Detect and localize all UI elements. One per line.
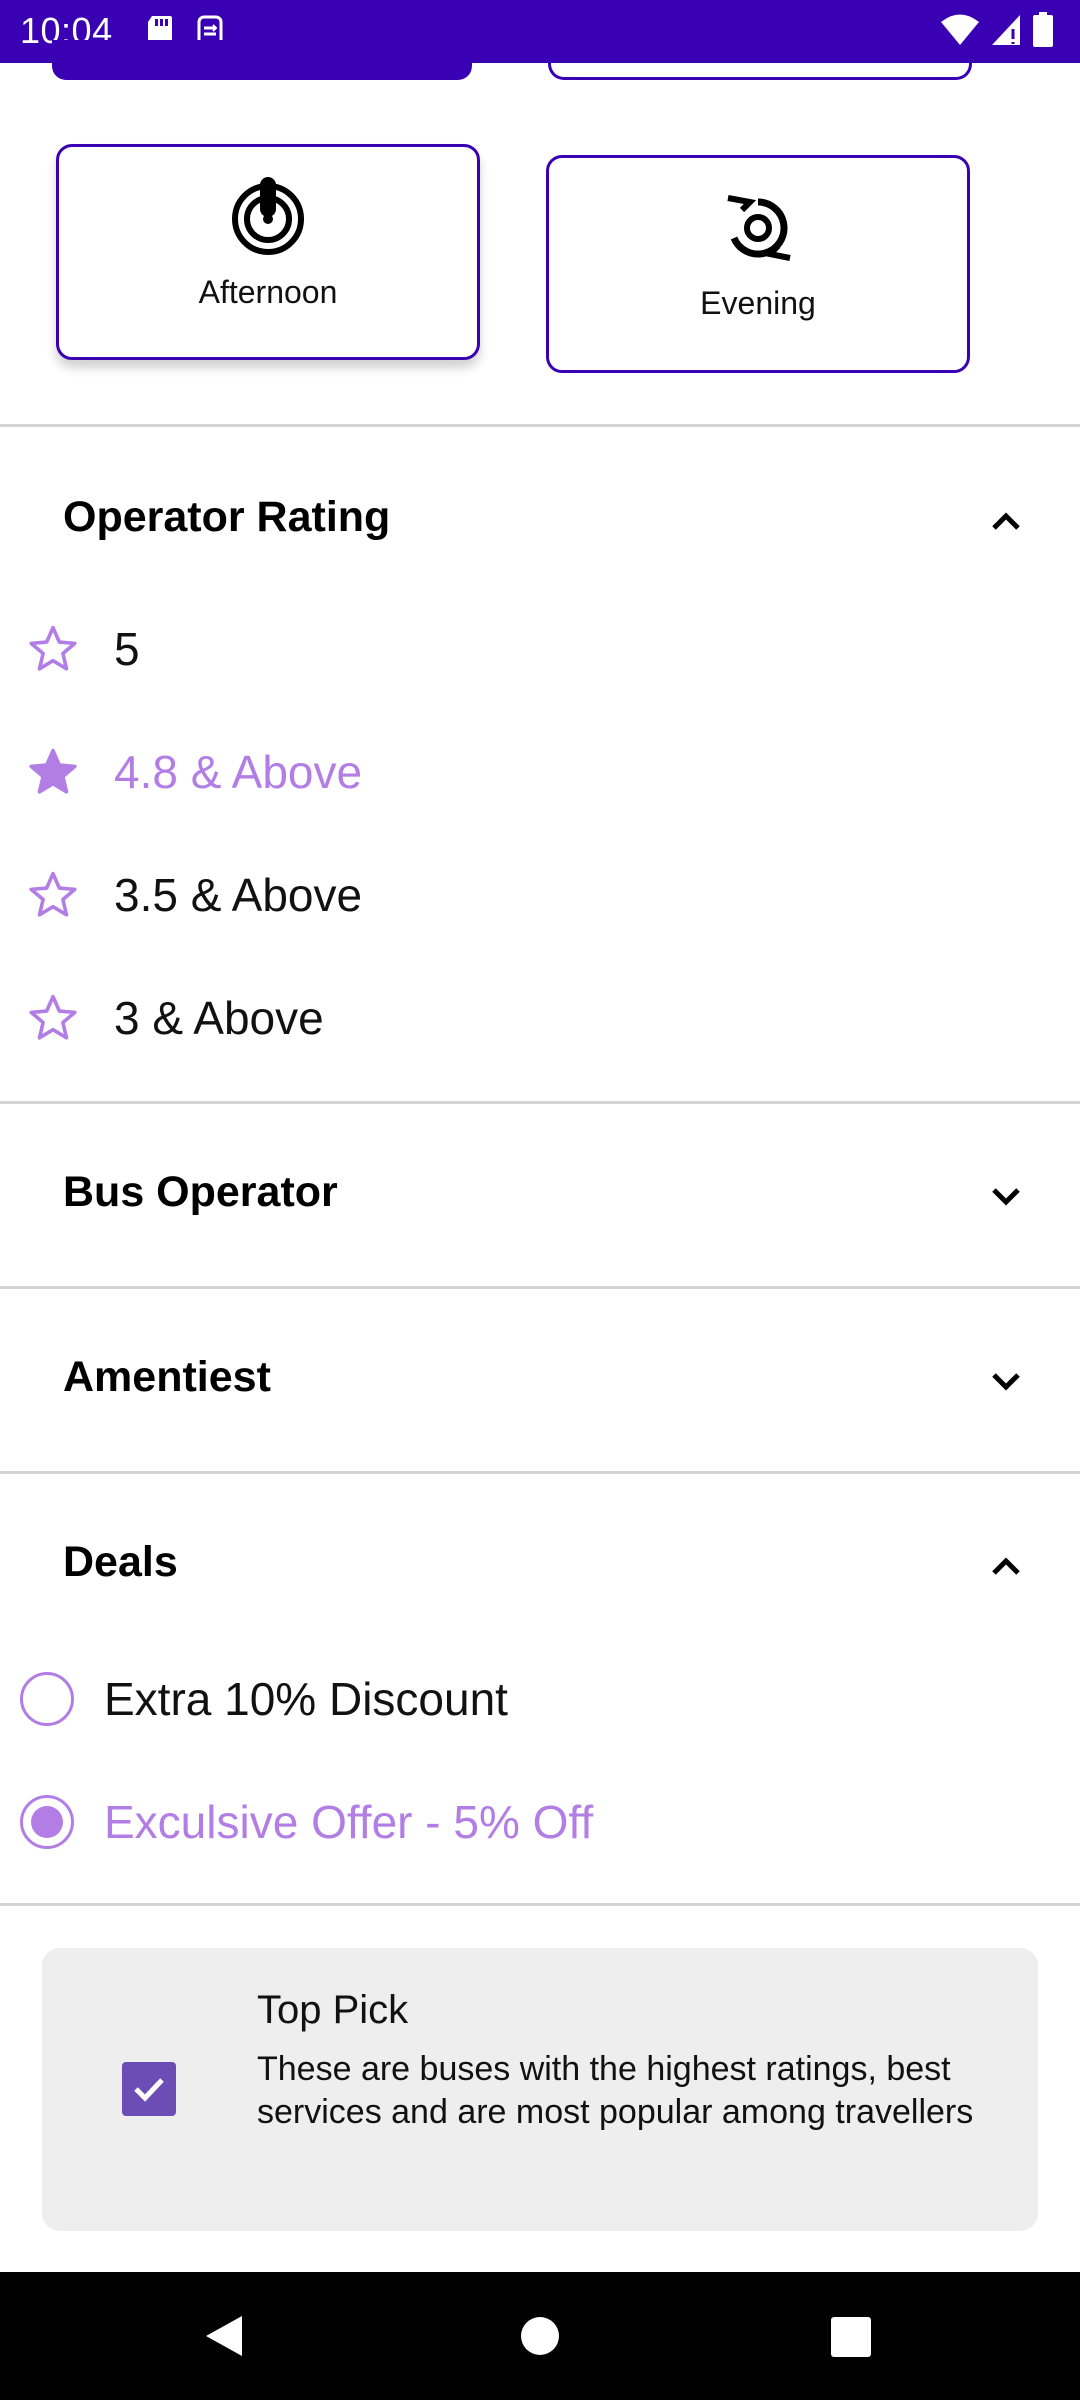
section-title: Operator Rating: [63, 493, 391, 541]
chevron-down-icon[interactable]: [986, 1361, 1026, 1401]
star-outline-icon: [26, 622, 80, 676]
deals-header[interactable]: Deals: [0, 1474, 1080, 1634]
top-pick-title: Top Pick: [257, 1988, 409, 2032]
divider: [0, 1903, 1080, 1906]
rating-option-3-5[interactable]: 3.5 & Above: [0, 846, 1080, 956]
bus-operator-header[interactable]: Bus Operator: [0, 1104, 1080, 1286]
time-slot-label: Afternoon: [198, 274, 338, 310]
navigation-bar: [0, 2272, 1080, 2400]
home-icon[interactable]: [520, 2316, 560, 2361]
chevron-up-icon[interactable]: [986, 501, 1026, 541]
rating-option-5[interactable]: 5: [0, 600, 1080, 710]
recents-icon[interactable]: [831, 2317, 871, 2362]
deal-label: Exculsive Offer - 5% Off: [104, 1796, 594, 1848]
radio-button[interactable]: [20, 1795, 74, 1849]
chevron-down-icon[interactable]: [986, 1176, 1026, 1216]
deal-label: Extra 10% Discount: [104, 1673, 508, 1725]
rating-option-4-8[interactable]: 4.8 & Above: [0, 723, 1080, 833]
rating-option-3[interactable]: 3 & Above: [0, 969, 1080, 1079]
star-outline-icon: [26, 868, 80, 922]
rating-label: 3.5 & Above: [114, 869, 363, 921]
top-pick-description: These are buses with the highest ratings…: [257, 2050, 974, 2131]
operator-rating-header[interactable]: Operator Rating: [0, 427, 1080, 587]
time-slot-card-partial[interactable]: [52, 40, 472, 80]
chevron-up-icon[interactable]: [986, 1546, 1026, 1586]
time-slot-card-partial[interactable]: [548, 40, 972, 80]
battery-icon: [1032, 12, 1054, 53]
rating-label: 3 & Above: [114, 992, 324, 1044]
afternoon-icon: [229, 175, 307, 262]
time-slot-evening[interactable]: Evening: [546, 155, 970, 373]
signal-icon: [990, 13, 1022, 52]
time-slot-afternoon[interactable]: Afternoon: [56, 144, 480, 360]
section-title: Bus Operator: [63, 1168, 338, 1216]
rating-label: 5: [114, 623, 140, 675]
top-pick-checkbox[interactable]: [122, 2062, 176, 2116]
back-icon[interactable]: [204, 2314, 244, 2363]
deal-option-exclusive-offer[interactable]: Exculsive Offer - 5% Off: [0, 1771, 1080, 1871]
evening-icon: [720, 192, 796, 269]
top-pick-card[interactable]: Top Pick These are buses with the highes…: [42, 1948, 1038, 2231]
time-slot-label: Evening: [700, 285, 816, 321]
section-title: Deals: [63, 1538, 178, 1586]
radio-selected-dot: [31, 1806, 63, 1838]
star-filled-icon: [26, 745, 80, 799]
deal-option-extra-discount[interactable]: Extra 10% Discount: [0, 1648, 1080, 1748]
check-icon: [134, 2078, 164, 2102]
amenities-header[interactable]: Amentiest: [0, 1289, 1080, 1471]
section-title: Amentiest: [63, 1353, 271, 1401]
rating-label: 4.8 & Above: [114, 746, 363, 798]
star-outline-icon: [26, 991, 80, 1045]
radio-button[interactable]: [20, 1672, 74, 1726]
